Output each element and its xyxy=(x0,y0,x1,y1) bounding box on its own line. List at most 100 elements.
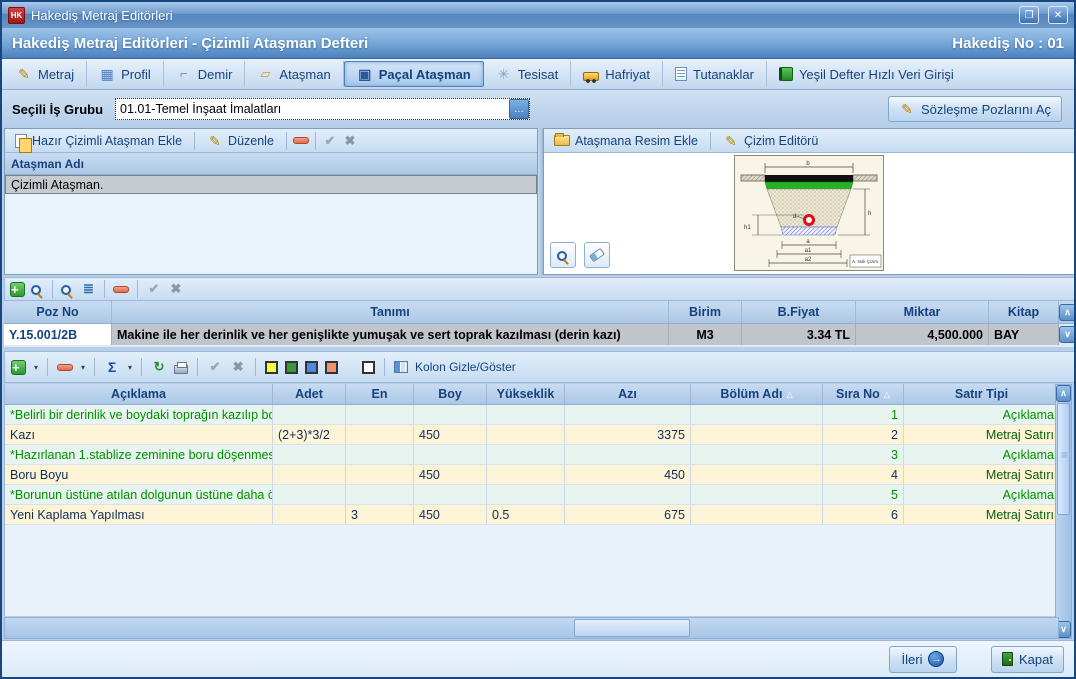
add-image-button[interactable]: Ataşmana Resim Ekle xyxy=(548,131,704,151)
poz-row[interactable]: Y.15.001/2B Makine ile her derinlik ve h… xyxy=(4,324,1076,345)
tab-atasman[interactable]: ▱Ataşman xyxy=(245,61,343,87)
col-tanim[interactable]: Tanımı xyxy=(112,301,669,323)
horizontal-scrollbar[interactable] xyxy=(4,617,1059,639)
metraj-row[interactable]: Yeni Kaplama Yapılması 3 450 0.5 675 6 M… xyxy=(5,505,1059,525)
svg-text:a2: a2 xyxy=(805,257,812,263)
is-grubu-combo[interactable]: 01.01-Temel İnşaat İmalatları … xyxy=(115,98,530,120)
zoom-preview-button[interactable] xyxy=(550,242,576,268)
confirm-icon[interactable]: ✔ xyxy=(322,133,338,149)
profil-icon: ▦ xyxy=(99,66,115,82)
cancel-icon[interactable]: ✖ xyxy=(342,133,358,149)
col-en[interactable]: En xyxy=(346,384,414,404)
is-grubu-value: 01.01-Temel İnşaat İmalatları xyxy=(116,102,509,116)
metraj-icon: ✎ xyxy=(16,66,32,82)
tab-demir[interactable]: ⌐Demir xyxy=(164,61,246,87)
delete-poz-button[interactable] xyxy=(113,286,129,293)
arrow-right-icon: → xyxy=(928,651,944,667)
svg-text:A. Nok Çizim: A. Nok Çizim xyxy=(852,259,878,264)
maximize-button[interactable]: ❐ xyxy=(1019,6,1039,24)
demir-icon: ⌐ xyxy=(176,66,192,82)
poz-confirm-icon[interactable]: ✔ xyxy=(146,281,162,297)
close-button[interactable]: ✕ xyxy=(1048,6,1068,24)
highlight-orange-button[interactable] xyxy=(325,361,338,374)
add-ready-attachment-button[interactable]: Hazır Çizimli Ataşman Ekle xyxy=(9,131,188,151)
col-yukseklik[interactable]: Yükseklik xyxy=(487,384,565,404)
refresh-icon[interactable]: ↻ xyxy=(151,359,167,375)
edit-attachment-button[interactable]: ✎ Düzenle xyxy=(201,131,280,151)
print-icon[interactable] xyxy=(174,365,188,374)
col-boy[interactable]: Boy xyxy=(414,384,487,404)
col-miktar[interactable]: Miktar xyxy=(856,301,989,323)
col-adet[interactable]: Adet xyxy=(273,384,346,404)
col-kitap[interactable]: Kitap xyxy=(989,301,1059,323)
image-panel: Ataşmana Resim Ekle ✎ Çizim Editörü xyxy=(543,128,1076,275)
attachment-row-selected[interactable]: Çizimli Ataşman. xyxy=(5,175,537,194)
row-cancel-icon[interactable]: ✖ xyxy=(230,359,246,375)
col-sira-no[interactable]: Sıra No△ xyxy=(823,384,904,404)
vscroll-up-icon[interactable]: ∧ xyxy=(1056,385,1071,402)
eraser-icon xyxy=(589,248,605,263)
hscroll-thumb[interactable] xyxy=(574,619,690,637)
metraj-row[interactable]: *Hazırlanan 1.stablize zeminine boru döş… xyxy=(5,445,1059,465)
drawing-editor-button[interactable]: ✎ Çizim Editörü xyxy=(717,131,824,151)
search-poz-icon[interactable] xyxy=(61,285,71,295)
clear-preview-button[interactable] xyxy=(584,242,610,268)
columns-icon xyxy=(394,361,408,373)
hakedis-no: Hakediş No : 01 xyxy=(952,35,1064,52)
col-azi[interactable]: Azı xyxy=(565,384,691,404)
delete-attachment-button[interactable] xyxy=(293,137,309,144)
col-poz-no[interactable]: Poz No xyxy=(4,301,112,323)
next-button[interactable]: İleri → xyxy=(889,646,957,673)
col-aciklama[interactable]: Açıklama xyxy=(5,384,273,404)
poz-tree-icon[interactable]: ≣ xyxy=(80,281,96,297)
sum-dropdown-icon[interactable]: ▾ xyxy=(128,363,132,372)
vertical-scrollbar[interactable]: ∧ ∨ xyxy=(1055,384,1072,639)
tab-yesil-defter[interactable]: Yeşil Defter Hızlı Veri Girişi xyxy=(767,61,966,87)
column-toggle-button[interactable]: Kolon Gizle/Göster xyxy=(415,360,516,374)
tab-hafriyat[interactable]: Hafriyat xyxy=(571,61,663,87)
metraj-row[interactable]: *Borunun üstüne atılan dolgunun üstüne d… xyxy=(5,485,1059,505)
add-row-dropdown-icon[interactable]: ▾ xyxy=(34,363,38,372)
view-poz-icon[interactable] xyxy=(31,285,41,295)
edit-icon: ✎ xyxy=(207,133,223,149)
row-confirm-icon[interactable]: ✔ xyxy=(207,359,223,375)
poz-grid-scroll: ∧ xyxy=(1059,301,1076,323)
tutanaklar-icon xyxy=(675,67,687,81)
add-poz-button[interactable]: + xyxy=(10,282,25,297)
add-row-button[interactable]: + xyxy=(11,360,26,375)
metraj-row[interactable]: *Belirli bir derinlik ve boydaki toprağı… xyxy=(5,405,1059,425)
vscroll-thumb[interactable] xyxy=(1057,403,1070,515)
metraj-toolbar: + ▾ ▾ Σ ▾ ↻ ✔ ✖ Kolon Gizle/Göster xyxy=(4,351,1076,383)
tab-tutanaklar[interactable]: Tutanaklar xyxy=(663,61,767,87)
close-form-button[interactable]: Kapat xyxy=(991,646,1064,673)
poz-grid: Poz No Tanımı Birim B.Fiyat Miktar Kitap… xyxy=(4,301,1076,347)
delete-row-button[interactable] xyxy=(57,364,73,371)
col-satir-tipi[interactable]: Satır Tipi xyxy=(904,384,1059,404)
highlight-yellow-button[interactable] xyxy=(265,361,278,374)
is-grubu-label: Seçili İş Grubu xyxy=(12,102,103,117)
door-icon xyxy=(1002,652,1013,666)
sum-button[interactable]: Σ xyxy=(104,359,120,375)
tab-tesisat[interactable]: ✳Tesisat xyxy=(484,61,571,87)
scroll-up-icon[interactable]: ∧ xyxy=(1059,304,1076,321)
drawing-pencil-icon: ✎ xyxy=(723,133,739,149)
tab-metraj[interactable]: ✎Metraj xyxy=(4,61,87,87)
attachment-list-header[interactable]: Ataşman Adı xyxy=(5,153,537,175)
highlight-green-button[interactable] xyxy=(285,361,298,374)
tab-profil[interactable]: ▦Profil xyxy=(87,61,164,87)
metraj-row[interactable]: Kazı (2+3)*3/2 450 3375 2 Metraj Satırı xyxy=(5,425,1059,445)
col-b-fiyat[interactable]: B.Fiyat xyxy=(742,301,856,323)
delete-row-dropdown-icon[interactable]: ▾ xyxy=(81,363,85,372)
metraj-row[interactable]: Boru Boyu 450 450 4 Metraj Satırı xyxy=(5,465,1059,485)
highlight-clear-button[interactable] xyxy=(362,361,375,374)
col-bolum-adi[interactable]: Bölüm Adı△ xyxy=(691,384,823,404)
contract-poz-button[interactable]: ✎ Sözleşme Pozlarını Aç xyxy=(888,96,1062,122)
col-birim[interactable]: Birim xyxy=(669,301,742,323)
is-grubu-browse-button[interactable]: … xyxy=(509,99,529,119)
scroll-down-icon[interactable]: ∨ xyxy=(1059,326,1076,343)
atasman-icon: ▱ xyxy=(257,66,273,82)
tab-pacal-atasman[interactable]: ▣Paçal Ataşman xyxy=(344,61,484,87)
poz-cancel-icon[interactable]: ✖ xyxy=(168,281,184,297)
highlight-blue-button[interactable] xyxy=(305,361,318,374)
footer: İleri → Kapat xyxy=(2,640,1074,677)
